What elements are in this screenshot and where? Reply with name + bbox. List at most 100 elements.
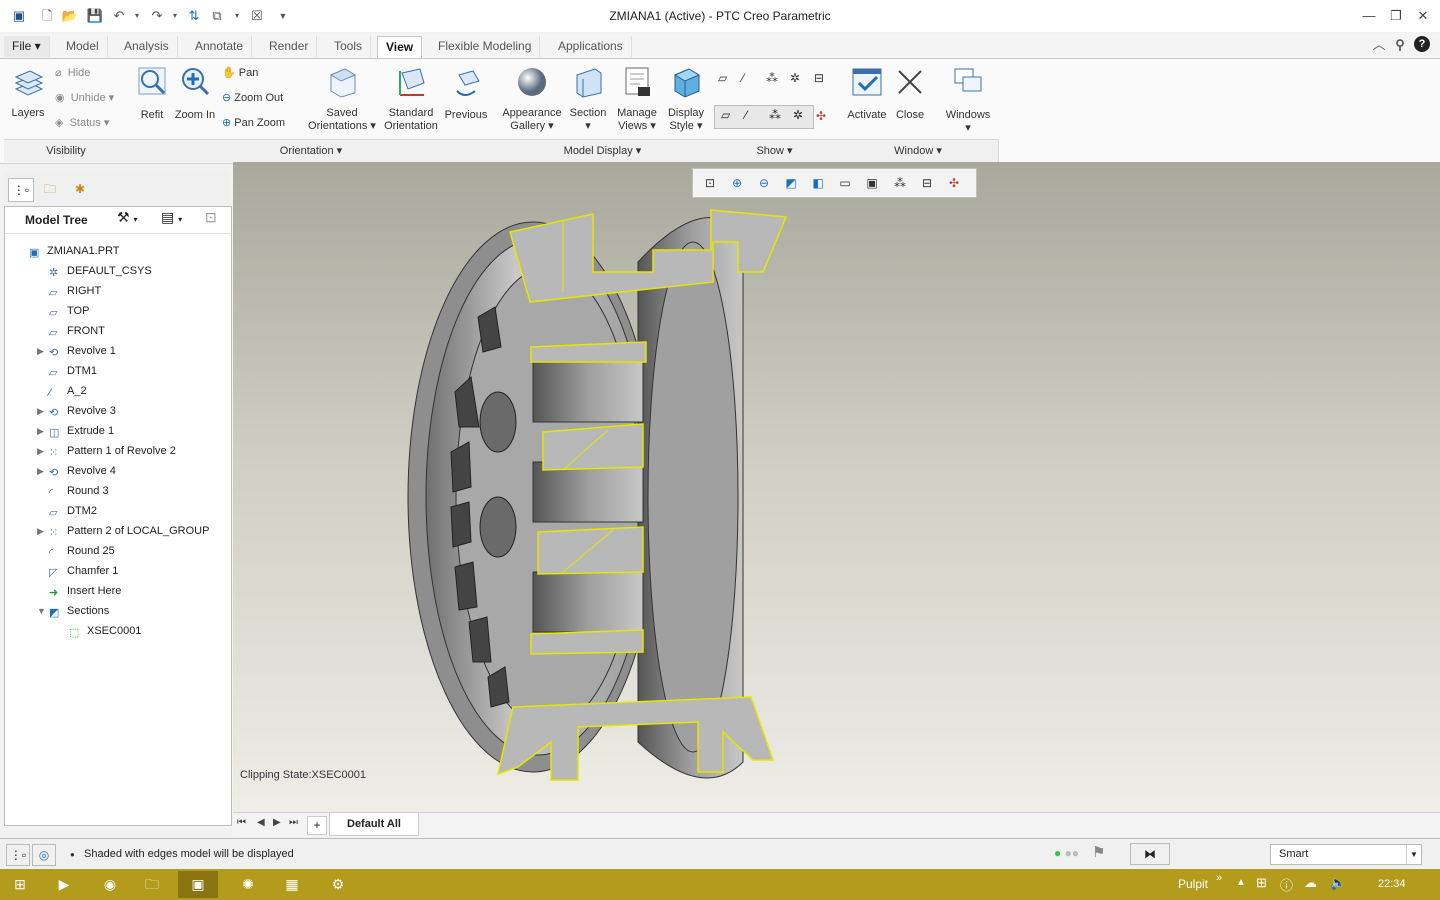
graphics-viewport[interactable]: Clipping State:XSEC0001: [233, 162, 1440, 812]
tree-item[interactable]: ▶ ⟲ Revolve 1: [37, 341, 116, 361]
tab-model[interactable]: Model: [58, 36, 108, 57]
previous-button[interactable]: Previous: [444, 65, 488, 122]
spin-center-icon[interactable]: ✣: [943, 173, 965, 193]
file-explorer-icon[interactable]: 🗀: [132, 871, 172, 898]
minimize-icon[interactable]: —: [1358, 6, 1380, 26]
saved-orientations-button[interactable]: Saved Orientations ▾: [306, 65, 378, 133]
favorites-tab-icon[interactable]: ✱: [68, 178, 92, 200]
chrome-icon[interactable]: ◉: [90, 871, 130, 898]
csys-display-toggle[interactable]: ✲: [790, 69, 800, 87]
status-button[interactable]: ◈ Status ▾: [55, 114, 109, 132]
tree-item[interactable]: ◜ Round 25: [37, 541, 115, 561]
annotation-display-toggle[interactable]: ⊟: [814, 69, 824, 87]
expand-arrow-icon[interactable]: ▶: [37, 461, 49, 481]
pan-zoom-button[interactable]: ⊕ Pan Zoom: [222, 114, 285, 132]
tree-item[interactable]: ▱ FRONT: [37, 321, 105, 341]
tab-file[interactable]: File ▾: [4, 36, 50, 57]
zoom-in-button[interactable]: Zoom In: [174, 65, 216, 122]
tree-item[interactable]: ▶ ⁙ Pattern 1 of Revolve 2: [37, 441, 176, 461]
previous-tab-icon[interactable]: ◀: [257, 817, 265, 828]
last-tab-icon[interactable]: ⏭: [289, 817, 298, 828]
tree-settings-icon[interactable]: ⚒ ▾: [117, 209, 137, 226]
tree-item[interactable]: ▶ ◫ Extrude 1: [37, 421, 114, 441]
add-tab-button[interactable]: +: [307, 816, 327, 835]
flag-icon[interactable]: ⚑: [1092, 843, 1105, 861]
volume-icon[interactable]: 🔈: [1330, 875, 1346, 891]
tree-item[interactable]: ✲ DEFAULT_CSYS: [37, 261, 152, 281]
expand-arrow-icon[interactable]: ▼: [37, 601, 49, 621]
tree-item[interactable]: ▼ ◩ Sections: [37, 601, 109, 621]
tree-item[interactable]: ◸ Chamfer 1: [37, 561, 118, 581]
point-display-toggle[interactable]: ⁂: [766, 69, 778, 87]
search-icon[interactable]: ⚲: [1391, 36, 1409, 54]
plane-display-toggle[interactable]: ▱: [718, 69, 727, 87]
windows-button[interactable]: Windows ▾: [942, 65, 994, 135]
toolbar-chevron[interactable]: »: [1216, 872, 1222, 884]
selection-filter-select[interactable]: Smart ▼: [1270, 844, 1422, 865]
weather-icon[interactable]: ☁: [1304, 875, 1317, 891]
display-style-button[interactable]: Display Style ▾: [664, 65, 708, 133]
tree-item[interactable]: ▶ ⟲ Revolve 3: [37, 401, 116, 421]
desktop-toolbar-label[interactable]: Pulpit: [1178, 877, 1208, 891]
tree-columns-icon[interactable]: ▤ ▾: [161, 209, 182, 226]
model-tree-tab-icon[interactable]: ⋮▫: [8, 178, 34, 202]
group-orientation[interactable]: Orientation ▾: [128, 139, 495, 162]
tree-item[interactable]: ▱ TOP: [37, 301, 89, 321]
point-tag-display-icon[interactable]: ⁂: [769, 108, 781, 122]
app-icon[interactable]: ⚙: [318, 871, 358, 898]
tray-expand-icon[interactable]: ▲: [1236, 877, 1246, 888]
browser-icon[interactable]: ◎: [32, 844, 56, 866]
tree-item[interactable]: ▶ ⟲ Revolve 4: [37, 461, 116, 481]
expand-arrow-icon[interactable]: ▶: [37, 401, 49, 421]
start-button-icon[interactable]: ⊞: [0, 871, 40, 898]
spin-center-toggle[interactable]: ✣: [816, 107, 826, 125]
refit-button[interactable]: Refit: [134, 65, 170, 122]
show-navigator-icon[interactable]: ⋮▫: [6, 844, 30, 866]
tree-item[interactable]: ⬚ XSEC0001: [57, 621, 141, 641]
axis-display-toggle[interactable]: ⁄: [742, 69, 744, 87]
zoom-out-icon[interactable]: ⊖: [753, 173, 775, 193]
tree-item[interactable]: ▶ ⁙ Pattern 2 of LOCAL_GROUP: [37, 521, 209, 541]
close-button[interactable]: Close: [892, 65, 928, 122]
spreadsheet-icon[interactable]: ▦: [272, 871, 312, 898]
tab-view[interactable]: View: [377, 36, 423, 58]
annotation-display-icon[interactable]: ⊟: [916, 173, 938, 193]
refit-icon[interactable]: ⊡: [699, 173, 721, 193]
restore-icon[interactable]: ❐: [1385, 6, 1407, 26]
csys-tag-display-icon[interactable]: ✲: [793, 108, 803, 122]
activate-button[interactable]: Activate: [844, 65, 890, 122]
tab-tools[interactable]: Tools: [326, 36, 372, 57]
tab-render[interactable]: Render: [261, 36, 318, 57]
media-player-icon[interactable]: ▶: [44, 871, 84, 898]
windows-flag-icon[interactable]: ⊞: [1256, 875, 1267, 891]
tree-item[interactable]: ▱ DTM1: [37, 361, 97, 381]
appearance-gallery-button[interactable]: Appearance Gallery ▾: [500, 65, 564, 133]
folder-browser-tab-icon[interactable]: 🗀: [38, 178, 62, 200]
info-icon[interactable]: ⓘ: [1280, 875, 1293, 894]
group-model-display[interactable]: Model Display ▾: [494, 139, 712, 162]
expand-arrow-icon[interactable]: ▶: [37, 441, 49, 461]
expand-arrow-icon[interactable]: ▶: [37, 421, 49, 441]
hide-button[interactable]: ⌀ Hide: [55, 64, 90, 82]
tab-flexible-modeling[interactable]: Flexible Modeling: [430, 36, 541, 57]
tree-item[interactable]: ➜ Insert Here: [37, 581, 121, 601]
tab-annotate[interactable]: Annotate: [187, 36, 253, 57]
expand-arrow-icon[interactable]: ▶: [37, 521, 49, 541]
group-show[interactable]: Show ▾: [711, 139, 839, 162]
zoom-in-icon[interactable]: ⊕: [726, 173, 748, 193]
next-tab-icon[interactable]: ▶: [273, 817, 281, 828]
first-tab-icon[interactable]: ⏮: [237, 817, 246, 828]
saved-orientations-icon[interactable]: ▭: [834, 173, 856, 193]
layers-button[interactable]: Layers: [8, 67, 48, 120]
unhide-button[interactable]: ◉ Unhide ▾: [55, 89, 114, 107]
datum-display-filters-icon[interactable]: ⁂: [889, 173, 911, 193]
close-icon[interactable]: ✕: [1412, 6, 1434, 26]
tree-item[interactable]: ▱ RIGHT: [37, 281, 101, 301]
zoom-out-button[interactable]: ⊖ Zoom Out: [222, 89, 283, 107]
display-style-icon[interactable]: ◧: [807, 173, 829, 193]
expand-arrow-icon[interactable]: ▶: [37, 341, 49, 361]
tab-default-all[interactable]: Default All: [329, 813, 419, 836]
minimize-ribbon-icon[interactable]: ︿: [1370, 36, 1388, 54]
clock[interactable]: 22:34: [1378, 878, 1406, 890]
section-button[interactable]: Section ▾: [568, 65, 608, 133]
